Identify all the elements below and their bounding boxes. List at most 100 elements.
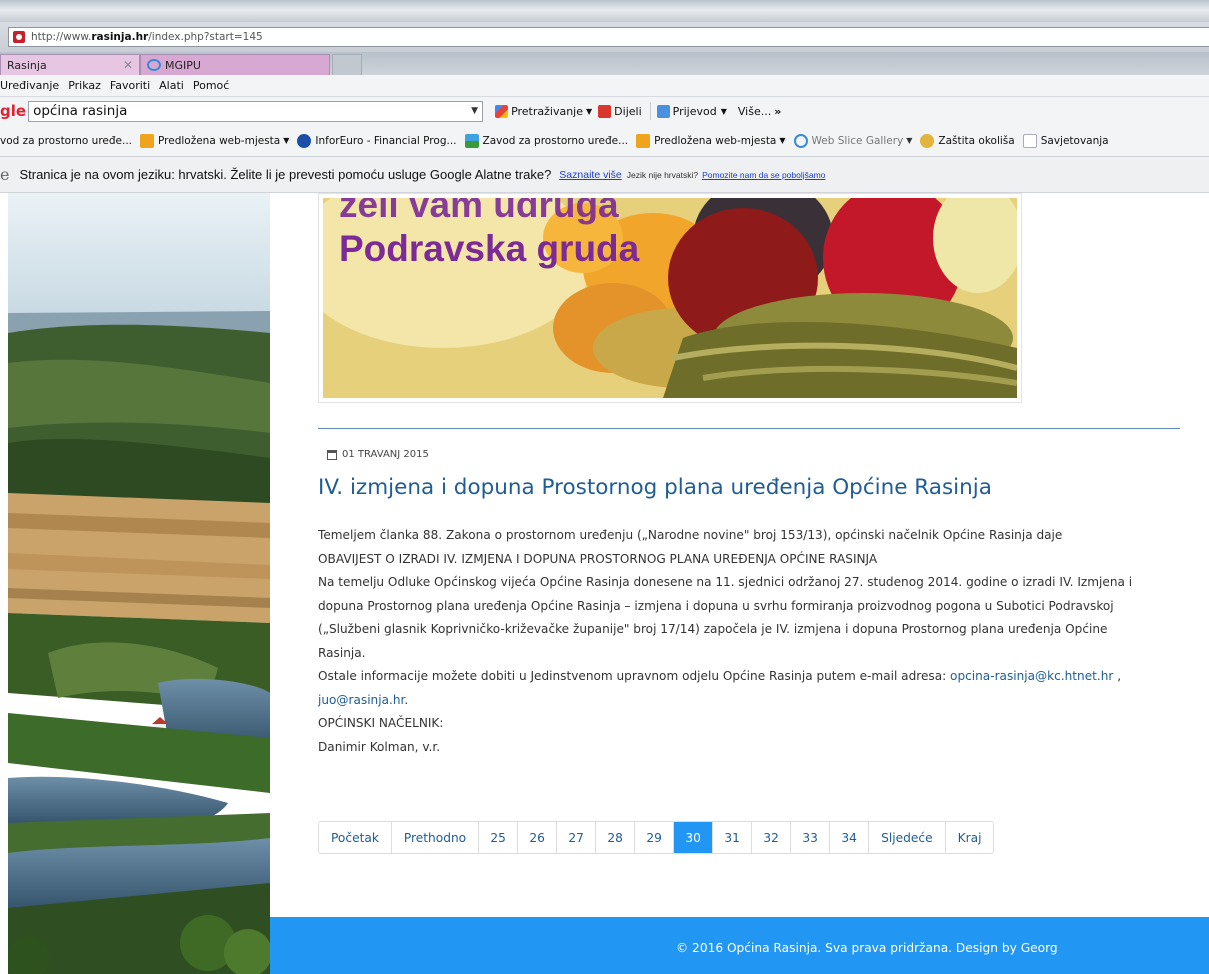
menu-item-view[interactable]: Prikaz xyxy=(68,79,101,92)
pagination: Početak Prethodno 25 26 27 28 29 30 31 3… xyxy=(318,821,995,854)
article-divider xyxy=(318,428,1180,429)
article-date: 01 TRAVANJ 2015 xyxy=(327,449,429,460)
article-paragraph: dopuna Prostornog plana uređenja Općine … xyxy=(318,598,1114,613)
translate-button[interactable]: Prijevod ▼ xyxy=(656,104,732,118)
chevron-down-icon[interactable]: ▼ xyxy=(471,106,478,116)
bing-icon xyxy=(140,133,154,148)
leaf-icon xyxy=(920,133,935,148)
contact-line-2: juo@rasinja.hr. xyxy=(318,692,409,707)
pagination-prev[interactable]: Prethodno xyxy=(392,822,480,853)
menu-bar: Uređivanje Prikaz Favoriti Alati Pomoć xyxy=(0,75,1209,97)
document-icon xyxy=(1022,133,1037,148)
web-page: želi vam udruga Podravska gruda 01 TRAVA… xyxy=(0,193,1209,974)
chevron-down-icon: ▼ xyxy=(283,136,290,145)
pagination-page[interactable]: 29 xyxy=(635,822,675,853)
not-croatian-text: Jezik nije hrvatski? xyxy=(626,169,699,180)
translate-icon xyxy=(656,104,670,118)
footer-copyright: © 2016 Općina Rasinja. Sva prava pridrža… xyxy=(676,941,1058,955)
toolbar-search-input[interactable]: općina rasinja ▼ xyxy=(28,100,484,122)
pagination-first[interactable]: Početak xyxy=(319,822,392,853)
pagination-next[interactable]: Sljedeće xyxy=(869,822,946,853)
chevron-down-icon: ▼ xyxy=(906,136,913,145)
google-toolbar: gle općina rasinja ▼ Pretraživanje ▼ Dij… xyxy=(0,97,1209,125)
contact-line: Ostale informacije možete dobiti u Jedin… xyxy=(318,669,1122,683)
favorite-item-web-slice[interactable]: Web Slice Gallery ▼ xyxy=(793,133,913,148)
banner-image: želi vam udruga Podravska gruda xyxy=(323,198,1017,398)
calendar-icon xyxy=(327,449,337,460)
site-favicon-icon xyxy=(13,31,25,43)
search-value: općina rasinja xyxy=(33,103,128,119)
pagination-page[interactable]: 31 xyxy=(713,822,753,853)
pagination-last[interactable]: Kraj xyxy=(946,822,994,853)
translate-bar-text: Stranica je na ovom jeziku: hrvatski. Že… xyxy=(19,167,552,182)
address-bar-row: http://www.rasinja.hr/index.php?start=14… xyxy=(0,22,1209,52)
pagination-page[interactable]: 34 xyxy=(830,822,870,853)
pagination-page[interactable]: 26 xyxy=(518,822,558,853)
article-body: Temeljem članka 88. Zakona o prostornom … xyxy=(318,524,1188,759)
article-paragraph: OBAVIJEST O IZRADI IV. IZMJENA I DOPUNA … xyxy=(318,551,878,566)
tab-strip: Rasinja ✕ MGIPU xyxy=(0,52,1209,75)
pagination-page[interactable]: 25 xyxy=(479,822,519,853)
menu-item-tools[interactable]: Alati xyxy=(159,79,184,92)
close-tab-icon[interactable]: ✕ xyxy=(123,58,133,72)
new-tab-button[interactable] xyxy=(332,54,362,75)
menu-item-help[interactable]: Pomoć xyxy=(193,79,229,92)
map-icon xyxy=(464,133,479,148)
tab-rasinja[interactable]: Rasinja ✕ xyxy=(0,54,140,75)
search-button[interactable]: Pretraživanje ▼ xyxy=(495,104,593,118)
pagination-page[interactable]: 32 xyxy=(752,822,792,853)
tab-mgipu[interactable]: MGIPU xyxy=(140,54,330,75)
favorite-item-savjetovanja[interactable]: Savjetovanja xyxy=(1022,133,1109,148)
tab-label: Rasinja xyxy=(7,58,47,72)
chevron-down-icon: ▼ xyxy=(586,106,593,116)
help-improve-link[interactable]: Pomozite nam da se poboljšamo xyxy=(702,170,825,180)
menu-item-edit[interactable]: Uređivanje xyxy=(0,79,59,92)
site-footer: © 2016 Općina Rasinja. Sva prava pridrža… xyxy=(270,917,1209,974)
favorite-item-inforeuro[interactable]: InforEuro - Financial Prog... xyxy=(297,133,457,148)
menu-item-favorites[interactable]: Favoriti xyxy=(110,79,150,92)
signature-name: Danimir Kolman, v.r. xyxy=(318,739,441,754)
landscape-photo xyxy=(8,193,270,974)
email-link-1[interactable]: opcina-rasinja@kc.htnet.hr xyxy=(950,669,1113,683)
easter-banner[interactable]: želi vam udruga Podravska gruda xyxy=(318,193,1022,403)
signature-role: OPĆINSKI NAČELNIK: xyxy=(318,716,444,730)
banner-line-1: želi vam udruga xyxy=(339,198,619,225)
address-url[interactable]: http://www.rasinja.hr/index.php?start=14… xyxy=(31,31,263,43)
favorite-item-zavod[interactable]: vod za prostorno uređe... xyxy=(0,135,132,147)
share-icon xyxy=(598,104,612,118)
learn-more-link[interactable]: Saznaite više xyxy=(559,169,621,181)
ie-icon xyxy=(147,59,161,71)
google-logo-fragment: e xyxy=(0,165,10,184)
translate-bar: e Stranica je na ovom jeziku: hrvatski. … xyxy=(0,157,1209,193)
favorite-item-predlozena[interactable]: Predložena web-mjesta ▼ xyxy=(140,133,290,148)
more-button[interactable]: Više... » xyxy=(738,105,781,118)
toolbar-separator xyxy=(649,102,651,120)
favorite-item-predlozena-2[interactable]: Predložena web-mjesta ▼ xyxy=(636,133,786,148)
pagination-page[interactable]: 27 xyxy=(557,822,597,853)
bing-icon xyxy=(636,133,651,148)
window-title-bar xyxy=(0,0,1209,22)
tab-label: MGIPU xyxy=(165,58,201,72)
favorites-bar: vod za prostorno uređe... Predložena web… xyxy=(0,125,1209,157)
pagination-page[interactable]: 33 xyxy=(791,822,831,853)
favorite-item-zavod-2[interactable]: Zavod za prostorno uređe... xyxy=(464,133,628,148)
share-button[interactable]: Dijeli xyxy=(598,104,642,118)
address-bar[interactable]: http://www.rasinja.hr/index.php?start=14… xyxy=(8,27,1209,47)
eu-icon xyxy=(297,133,312,148)
favorite-item-zastita[interactable]: Zaštita okoliša xyxy=(920,133,1015,148)
pagination-page-current: 30 xyxy=(674,822,714,853)
article-paragraph: Na temelju Odluke Općinskog vijeća Općin… xyxy=(318,575,1133,589)
article-paragraph: („Službeni glasnik Koprivničko-križevačk… xyxy=(318,622,1108,636)
google-logo: gle xyxy=(0,102,27,120)
ie-icon xyxy=(793,133,808,148)
article-paragraph: Temeljem članka 88. Zakona o prostornom … xyxy=(318,528,1063,542)
article-title[interactable]: IV. izmjena i dopuna Prostornog plana ur… xyxy=(318,475,992,500)
banner-line-2: Podravska gruda xyxy=(339,228,640,269)
pagination-page[interactable]: 28 xyxy=(596,822,636,853)
chevron-down-icon: ▼ xyxy=(720,106,727,116)
google-search-icon xyxy=(495,104,509,118)
double-chevron-right-icon: » xyxy=(774,104,782,118)
email-link-2[interactable]: juo@rasinja.hr xyxy=(318,693,404,707)
article-paragraph: Rasinja. xyxy=(318,645,366,660)
chevron-down-icon: ▼ xyxy=(779,136,786,145)
